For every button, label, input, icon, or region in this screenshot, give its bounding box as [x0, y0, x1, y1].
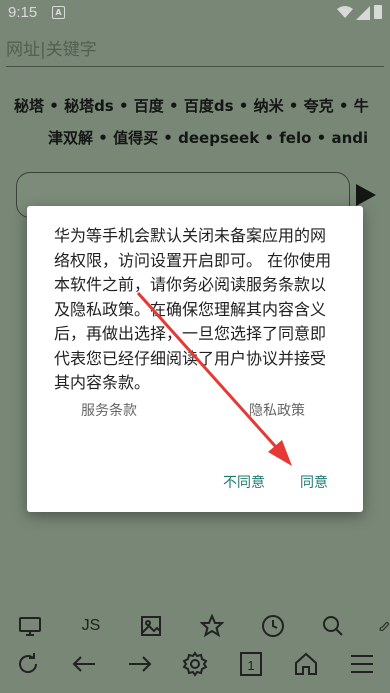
image-icon[interactable]	[137, 612, 165, 640]
tabs-count: 1	[247, 658, 254, 673]
home-icon[interactable]	[292, 650, 320, 678]
annotation-arrow-icon	[136, 291, 292, 466]
tabs-icon[interactable]: 1	[237, 650, 265, 678]
history-icon[interactable]	[259, 612, 287, 640]
brush-icon[interactable]	[378, 612, 390, 640]
back-icon[interactable]	[70, 650, 98, 678]
toolbar-row-2: 1	[0, 650, 390, 690]
js-icon[interactable]: JS	[77, 612, 105, 640]
settings-icon[interactable]	[181, 650, 209, 678]
refresh-icon[interactable]	[14, 650, 42, 678]
search-icon[interactable]	[319, 612, 347, 640]
forward-icon[interactable]	[126, 650, 154, 678]
star-icon[interactable]	[198, 612, 226, 640]
screen-icon[interactable]	[16, 612, 44, 640]
menu-icon[interactable]	[348, 650, 376, 678]
toolbar-row-1: JS	[0, 612, 390, 652]
